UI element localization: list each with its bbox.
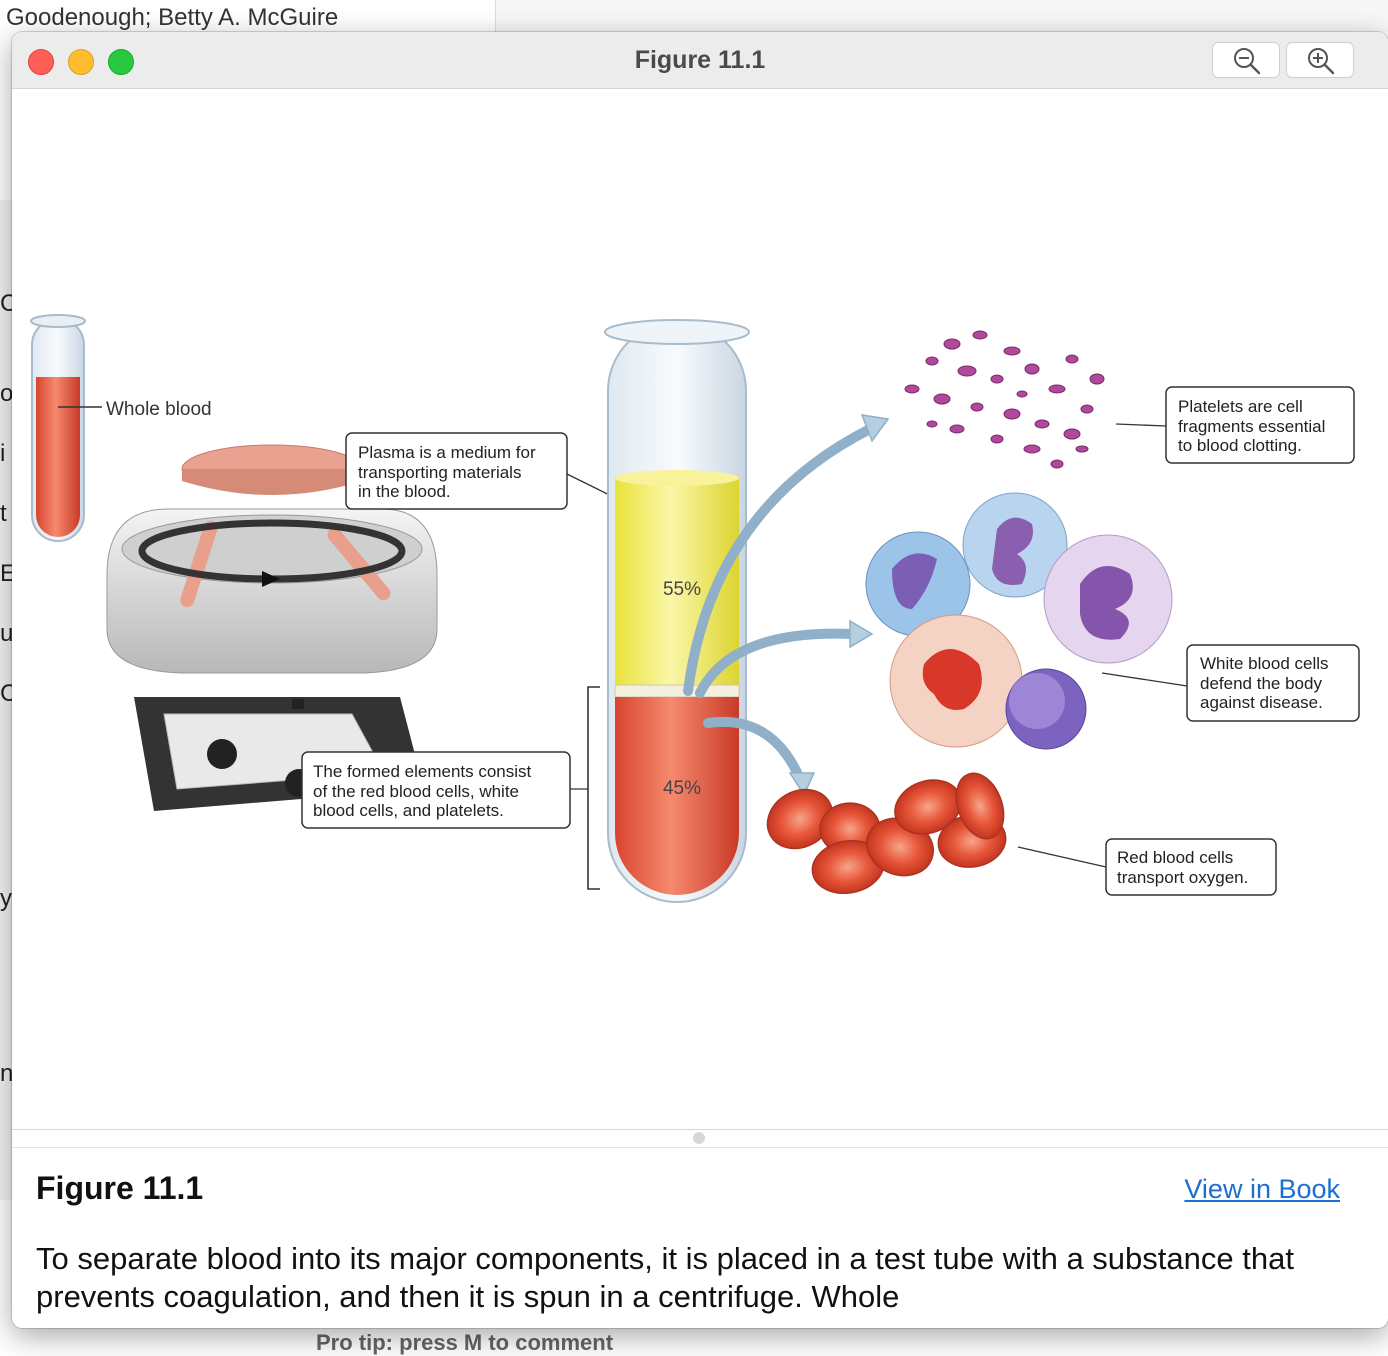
platelets-callout: Platelets are cell fragments essential t… [1165,386,1355,464]
plasma-label-line: in the blood. [358,482,451,501]
wbc-callout: White blood cells defend the body agains… [1186,644,1360,722]
blood-separation-illustration: Whole blood Plasma is a medium for trans… [30,314,1360,903]
plasma-label-line: Plasma is a medium for [358,443,536,462]
white-blood-cells [865,492,1173,750]
background-letter: t [0,500,7,527]
formed-label-line: The formed elements consist [313,762,532,781]
zoom-in-icon [1308,48,1335,75]
figure-window: Figure 11.1 Whole blood Plasma is a medi… [12,32,1388,1328]
platelets-cluster [904,330,1105,469]
resize-handle[interactable] [693,1132,705,1144]
background-toolbar [495,0,1388,32]
whole-blood-label: Whole blood [106,399,212,420]
window-title: Figure 11.1 [634,46,766,74]
wbc-label-line: White blood cells [1200,654,1329,673]
formed-label-line: of the red blood cells, white [313,782,519,801]
background-letter: y [0,885,12,912]
view-in-book-link[interactable]: View in Book [1184,1174,1340,1205]
platelets-label-line: Platelets are cell [1178,397,1303,416]
title-bar[interactable]: Figure 11.1 [12,32,1388,89]
red-blood-cells [766,772,1007,894]
background-pro-tip: Pro tip: press M to comment [316,1330,614,1355]
caption-title: Figure 11.1 [36,1170,204,1206]
background-letter: i [0,440,6,467]
figure-canvas: Whole blood Plasma is a medium for trans… [12,89,1388,1129]
plasma-label-line: transporting materials [358,463,521,482]
wbc-label-line: defend the body [1200,674,1322,693]
rbc-label-line: transport oxygen. [1117,868,1248,887]
zoom-in-button[interactable] [1286,42,1354,78]
wbc-label-line: against disease. [1200,693,1323,712]
zoom-out-button[interactable] [1212,42,1280,78]
rbc-callout: Red blood cells transport oxygen. [1105,838,1277,896]
whole-blood-tube [30,314,102,542]
background-window-title: Goodenough; Betty A. McGuire [6,4,339,31]
formed-percent: 45% [663,778,701,799]
caption-divider-lower [12,1147,1388,1148]
formed-label-line: blood cells, and platelets. [313,801,504,820]
rbc-label-line: Red blood cells [1117,848,1233,867]
caption-text: To separate blood into its major compone… [36,1241,1294,1314]
platelets-label-line: to blood clotting. [1178,436,1302,455]
caption-divider [12,1129,1388,1130]
centrifuged-tube: 55% 45% [604,319,750,903]
zoom-out-icon [1234,48,1261,75]
platelets-label-line: fragments essential [1178,417,1325,436]
plasma-percent: 55% [663,579,701,600]
